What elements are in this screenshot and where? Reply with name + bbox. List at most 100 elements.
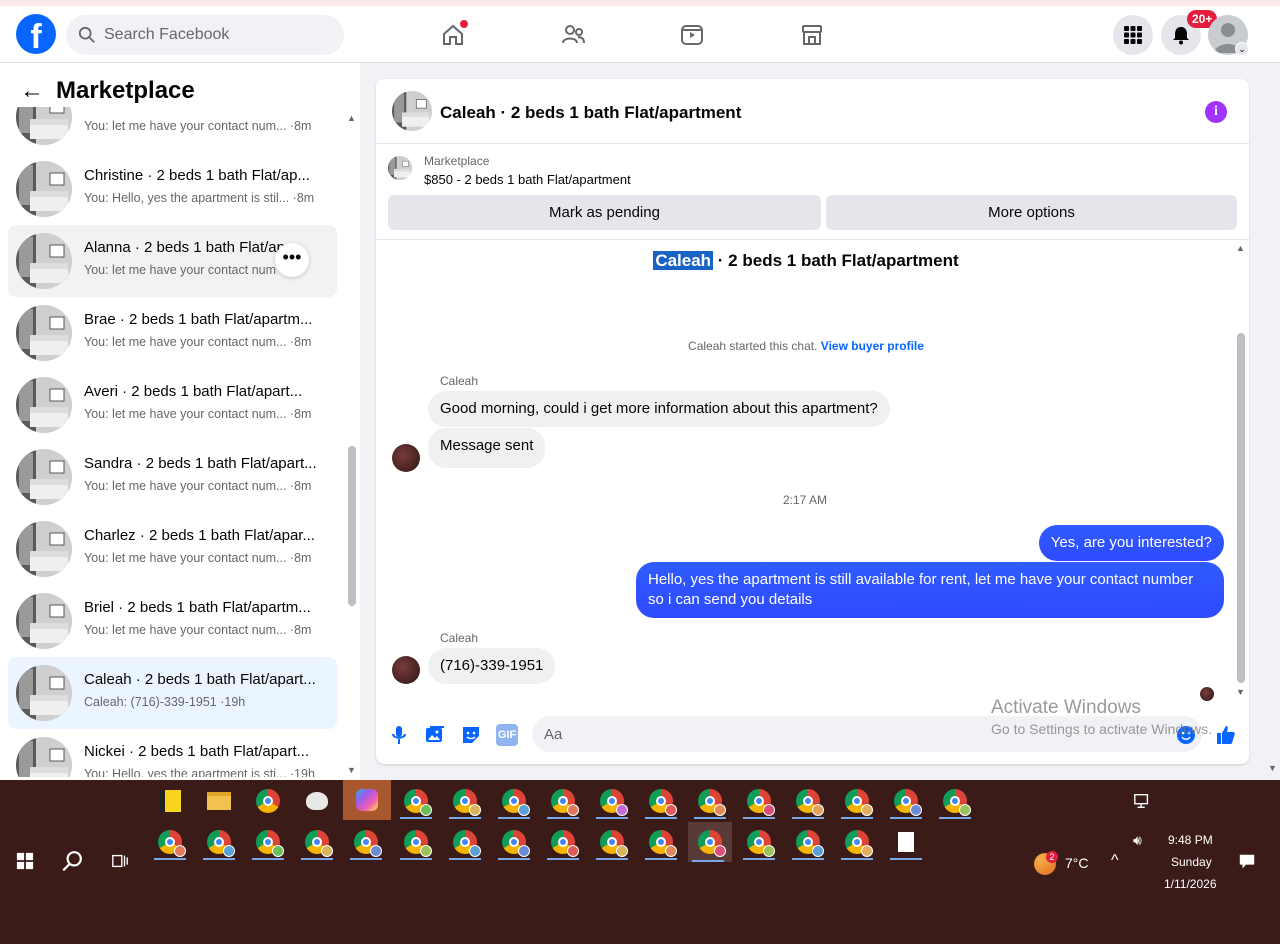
- incoming-message[interactable]: Message sent: [428, 428, 546, 468]
- conversation-item-active[interactable]: Caleah · 2 beds 1 bath Flat/apart... Cal…: [8, 657, 337, 729]
- scroll-down-arrow-icon[interactable]: ▼: [1236, 687, 1245, 697]
- chrome-profile-icon[interactable]: [199, 824, 239, 860]
- task-view-icon[interactable]: [100, 843, 140, 879]
- chrome-profile-icon[interactable]: [445, 824, 485, 860]
- conversation-item[interactable]: Brae · 2 beds 1 bath Flat/apartm... You:…: [8, 297, 337, 369]
- chrome-profile-icon[interactable]: [739, 783, 779, 819]
- chevron-down-icon[interactable]: ⌄: [1235, 42, 1249, 56]
- chrome-profile-icon[interactable]: [592, 783, 632, 819]
- action-center-icon[interactable]: [1227, 843, 1267, 879]
- more-options-button[interactable]: More options: [826, 195, 1237, 230]
- nav-video[interactable]: [675, 18, 709, 52]
- chrome-profile-icon[interactable]: [248, 824, 288, 860]
- chrome-profile-icon[interactable]: [592, 824, 632, 860]
- chrome-icon[interactable]: [248, 783, 288, 819]
- listing-avatar[interactable]: [392, 91, 432, 131]
- chrome-profile-icon[interactable]: [396, 783, 436, 819]
- chrome-profile-icon[interactable]: [641, 783, 681, 819]
- clock-date[interactable]: 1/11/2026: [1164, 877, 1217, 891]
- gif-icon[interactable]: GIF: [496, 724, 518, 746]
- microphone-icon[interactable]: [388, 724, 410, 746]
- listing-thumbnail: [16, 449, 72, 505]
- conversation-item[interactable]: Briel · 2 beds 1 bath Flat/apartm... You…: [8, 585, 337, 657]
- taskbar-search-icon[interactable]: [52, 843, 92, 879]
- clock-time[interactable]: 9:48 PM: [1168, 833, 1213, 847]
- apartment-photo-icon: [16, 377, 72, 433]
- volume-icon[interactable]: 🔊︎: [1133, 832, 1142, 849]
- conversation-item[interactable]: You: let me have your contact num... ·8m: [8, 107, 337, 153]
- chat-scrollbar[interactable]: ▲ ▼: [1235, 243, 1247, 699]
- page-scrollbar[interactable]: ▼: [1266, 63, 1280, 780]
- temperature[interactable]: 7°C: [1065, 855, 1089, 871]
- conversation-title: Caleah · 2 beds 1 bath Flat/apart...: [84, 671, 316, 688]
- chrome-profile-icon[interactable]: [837, 783, 877, 819]
- sticker-icon[interactable]: [460, 724, 482, 746]
- chrome-profile-icon[interactable]: [739, 824, 779, 860]
- back-arrow-icon[interactable]: ←: [20, 77, 44, 105]
- conversation-item[interactable]: Christine · 2 beds 1 bath Flat/ap... You…: [8, 153, 337, 225]
- chrome-profile-icon[interactable]: [297, 824, 337, 860]
- info-icon[interactable]: i: [1205, 101, 1227, 123]
- chrome-profile-icon[interactable]: [543, 783, 583, 819]
- conversation-title: Briel · 2 beds 1 bath Flat/apartm...: [84, 599, 311, 616]
- clock-day[interactable]: Sunday: [1171, 855, 1212, 869]
- scroll-up-arrow-icon[interactable]: ▲: [347, 113, 356, 123]
- scroll-down-arrow-icon[interactable]: ▼: [1268, 763, 1277, 773]
- chrome-profile-icon[interactable]: [641, 824, 681, 860]
- windows-start-icon[interactable]: [5, 843, 45, 879]
- file-explorer-icon[interactable]: [199, 783, 239, 819]
- more-options-icon[interactable]: •••: [275, 243, 309, 277]
- conversation-item[interactable]: Nickei · 2 beds 1 bath Flat/apart... You…: [8, 729, 337, 777]
- view-buyer-profile-link[interactable]: View buyer profile: [821, 339, 924, 353]
- conversation-item[interactable]: Averi · 2 beds 1 bath Flat/apart... You:…: [8, 369, 337, 441]
- copilot-icon[interactable]: [343, 780, 391, 820]
- sender-avatar[interactable]: [392, 656, 420, 684]
- chrome-profile-icon[interactable]: [788, 783, 828, 819]
- chrome-profile-icon[interactable]: [494, 824, 534, 860]
- conversation-item[interactable]: Alanna · 2 beds 1 bath Flat/ap... You: l…: [8, 225, 337, 297]
- scroll-up-arrow-icon[interactable]: ▲: [1236, 243, 1245, 253]
- facebook-logo[interactable]: f: [16, 14, 56, 54]
- conversation-item[interactable]: Charlez · 2 beds 1 bath Flat/apar... You…: [8, 513, 337, 585]
- scrollbar-thumb[interactable]: [348, 446, 356, 606]
- chrome-profile-icon[interactable]: [346, 824, 386, 860]
- chrome-profile-icon[interactable]: [690, 783, 730, 819]
- menu-button[interactable]: [1113, 15, 1153, 55]
- chrome-profile-icon[interactable]: [494, 783, 534, 819]
- paint-icon[interactable]: [297, 783, 337, 819]
- photo-icon[interactable]: [424, 724, 446, 746]
- outgoing-message[interactable]: Yes, are you interested?: [1038, 525, 1224, 561]
- mark-pending-button[interactable]: Mark as pending: [388, 195, 821, 230]
- sidebar-scrollbar[interactable]: ▲ ▼: [346, 113, 358, 778]
- chrome-profile-icon[interactable]: [150, 824, 190, 860]
- chrome-profile-icon[interactable]: [837, 824, 877, 860]
- chrome-profile-icon[interactable]: [543, 824, 583, 860]
- sticky-notes-icon[interactable]: [150, 783, 190, 819]
- nav-friends[interactable]: [556, 18, 590, 52]
- chrome-profile-icon[interactable]: [445, 783, 485, 819]
- incoming-message[interactable]: (716)-339-1951: [428, 648, 556, 684]
- listing-thumbnail: [16, 593, 72, 649]
- chrome-profile-icon[interactable]: [396, 824, 436, 860]
- nav-home[interactable]: [436, 18, 470, 52]
- scroll-down-arrow-icon[interactable]: ▼: [347, 765, 356, 775]
- conversation-item[interactable]: Sandra · 2 beds 1 bath Flat/apart... You…: [8, 441, 337, 513]
- nav-marketplace[interactable]: [795, 18, 829, 52]
- listing-thumbnail: [16, 233, 72, 289]
- scrollbar-thumb[interactable]: [1237, 333, 1245, 683]
- chrome-profile-icon[interactable]: [886, 783, 926, 819]
- search-box[interactable]: [66, 15, 344, 55]
- document-icon[interactable]: [886, 824, 926, 860]
- outgoing-message[interactable]: Hello, yes the apartment is still availa…: [636, 562, 1224, 618]
- network-icon[interactable]: [1122, 783, 1162, 819]
- chrome-profile-icon[interactable]: [935, 783, 975, 819]
- chevron-up-icon[interactable]: ^: [1111, 852, 1119, 870]
- incoming-message[interactable]: Good morning, could i get more informati…: [428, 391, 890, 427]
- sender-avatar[interactable]: [392, 444, 420, 472]
- chrome-profile-icon-active[interactable]: [688, 822, 732, 862]
- thumbs-up-icon[interactable]: [1215, 724, 1237, 746]
- listing-price[interactable]: $850 - 2 beds 1 bath Flat/apartment: [424, 172, 631, 187]
- search-input[interactable]: [104, 26, 324, 44]
- chrome-profile-icon[interactable]: [788, 824, 828, 860]
- chat-title[interactable]: Caleah · 2 beds 1 bath Flat/apartment: [440, 103, 741, 123]
